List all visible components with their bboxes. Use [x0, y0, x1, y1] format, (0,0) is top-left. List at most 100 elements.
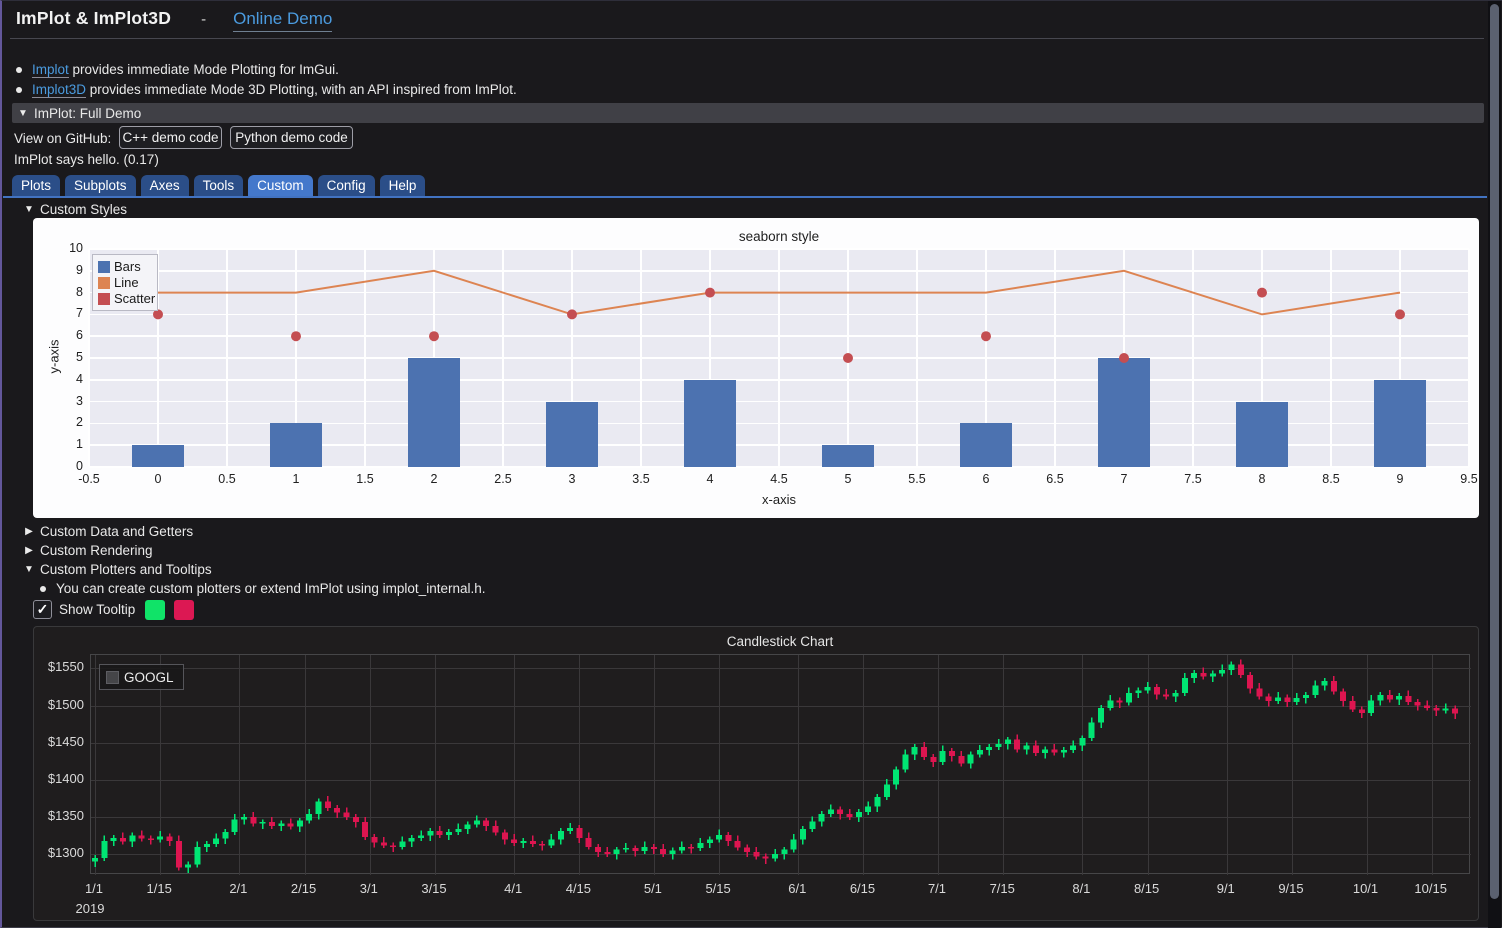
tab-tools[interactable]: Tools: [194, 175, 244, 196]
tab-subplots[interactable]: Subplots: [65, 175, 136, 196]
y-axis-label: y-axis: [47, 297, 62, 417]
y-tick-label: $1550: [36, 659, 84, 674]
x-tick-label: 9/15: [1266, 881, 1316, 896]
y-tick-label: $1450: [36, 734, 84, 749]
python-demo-code-button[interactable]: Python demo code: [230, 126, 353, 149]
tab-help[interactable]: Help: [380, 175, 426, 196]
tree-node-custom-data[interactable]: ▶ Custom Data and Getters: [18, 522, 193, 540]
legend-item-bars[interactable]: Bars: [98, 259, 152, 274]
x-tick-label: 1/1: [69, 881, 119, 896]
x-tick-label: 0.5: [205, 472, 249, 486]
cpp-demo-code-button[interactable]: C++ demo code: [119, 126, 222, 149]
tree-closed-arrow-icon: ▶: [18, 526, 40, 537]
x-tick-label: 8/15: [1122, 881, 1172, 896]
bars-legend-swatch-icon: [98, 261, 110, 273]
tree-node-custom-rendering[interactable]: ▶ Custom Rendering: [18, 541, 153, 559]
x-tick-label: 8: [1240, 472, 1284, 486]
x-tick-label: 10/1: [1341, 881, 1391, 896]
line-legend-swatch-icon: [98, 277, 110, 289]
full-demo-collapsing-header[interactable]: ▼ ImPlot: Full Demo: [12, 103, 1484, 123]
legend-label: Scatter: [114, 291, 155, 306]
x-tick-label: 1: [274, 472, 318, 486]
seaborn-chart-title: seaborn style: [89, 229, 1469, 244]
x-tick-label: 5/1: [628, 881, 678, 896]
tree-label: Custom Plotters and Tooltips: [40, 562, 212, 577]
title-separator: -: [201, 11, 206, 28]
legend-item-scatter[interactable]: Scatter: [98, 291, 152, 306]
tree-open-arrow-icon: ▼: [18, 564, 40, 575]
x-tick-label: 2/1: [213, 881, 263, 896]
github-label: View on GitHub:: [14, 131, 111, 146]
tab-plots[interactable]: Plots: [12, 175, 60, 196]
x-tick-label: 3/15: [409, 881, 459, 896]
titlebar: ImPlot & ImPlot3D - Online Demo: [16, 8, 332, 32]
seaborn-legend[interactable]: BarsLineScatter: [92, 254, 158, 311]
x-tick-label: 1.5: [343, 472, 387, 486]
x-tick-label: 2: [412, 472, 456, 486]
seaborn-overlay-canvas: [89, 249, 1469, 467]
tab-underline: [3, 196, 1487, 198]
x-tick-label: 1/15: [134, 881, 184, 896]
x-tick-label: 8.5: [1309, 472, 1353, 486]
note-text: You can create custom plotters or extend…: [56, 581, 485, 596]
hello-text: ImPlot says hello. (0.17): [14, 152, 159, 167]
bear-color-swatch[interactable]: [174, 600, 194, 620]
tree-node-custom-plotters[interactable]: ▼ Custom Plotters and Tooltips: [18, 560, 212, 578]
y-tick-label: 9: [39, 263, 83, 277]
googl-legend-swatch-icon: [106, 671, 119, 684]
seaborn-chart-frame: seaborn style 012345678910-0.500.511.522…: [33, 218, 1479, 518]
tree-label: Custom Styles: [40, 202, 127, 217]
titlebar-divider: [10, 38, 1484, 39]
candlestick-chart-title: Candlestick Chart: [90, 634, 1470, 649]
tree-open-arrow-icon: ▼: [18, 204, 40, 215]
bull-color-swatch[interactable]: [145, 600, 165, 620]
bullet-icon: [16, 87, 22, 93]
online-demo-link[interactable]: Online Demo: [233, 9, 332, 32]
x-tick-label: 5/15: [693, 881, 743, 896]
candlestick-legend[interactable]: GOOGL: [99, 664, 184, 690]
x-tick-label: 4: [688, 472, 732, 486]
intro-bullet-1: Implot provides immediate Mode Plotting …: [16, 62, 339, 77]
tree-label: Custom Data and Getters: [40, 524, 193, 539]
app-window: ImPlot & ImPlot3D - Online Demo Implot p…: [0, 0, 1502, 928]
x-tick-label: 7/1: [912, 881, 962, 896]
x-tick-label: 6: [964, 472, 1008, 486]
app-title: ImPlot & ImPlot3D: [16, 8, 171, 29]
candlestick-plot-area[interactable]: [90, 654, 1470, 874]
custom-plotters-note: You can create custom plotters or extend…: [40, 581, 485, 596]
x-tick-label: 4.5: [757, 472, 801, 486]
x-tick-label: 7/15: [977, 881, 1027, 896]
legend-item-line[interactable]: Line: [98, 275, 152, 290]
x-axis-label: x-axis: [89, 492, 1469, 507]
tab-config[interactable]: Config: [318, 175, 375, 196]
scatter-legend-swatch-icon: [98, 293, 110, 305]
implot-link[interactable]: Implot: [32, 62, 69, 78]
y-tick-label: 2: [39, 415, 83, 429]
x-tick-label: 2.5: [481, 472, 525, 486]
checkmark-icon: ✓: [37, 601, 49, 617]
x-tick-label: 6.5: [1033, 472, 1077, 486]
y-tick-label: $1500: [36, 697, 84, 712]
x-tick-label: 6/1: [772, 881, 822, 896]
implot3d-link[interactable]: Implot3D: [32, 82, 86, 98]
x-tick-label: 0: [136, 472, 180, 486]
x-tick-label: 9/1: [1201, 881, 1251, 896]
bullet-text: provides immediate Mode Plotting for ImG…: [69, 62, 339, 77]
show-tooltip-checkbox[interactable]: ✓: [33, 600, 52, 619]
tab-axes[interactable]: Axes: [141, 175, 189, 196]
show-tooltip-label: Show Tooltip: [59, 602, 135, 617]
candlestick-canvas: [91, 655, 1471, 875]
x-tick-label: -0.5: [67, 472, 111, 486]
bullet-text: provides immediate Mode 3D Plotting, wit…: [86, 82, 517, 97]
x-tick-label: 5: [826, 472, 870, 486]
y-tick-label: 0: [39, 459, 83, 473]
scrollbar-thumb[interactable]: [1490, 4, 1499, 899]
tab-custom[interactable]: Custom: [248, 175, 313, 196]
x-tick-label: 9: [1378, 472, 1422, 486]
x-tick-label: 5.5: [895, 472, 939, 486]
x-tick-label: 7: [1102, 472, 1146, 486]
collapse-arrow-icon: ▼: [12, 108, 34, 119]
seaborn-plot-area[interactable]: [89, 249, 1469, 467]
tree-node-custom-styles[interactable]: ▼ Custom Styles: [18, 200, 127, 218]
x-tick-label: 2/15: [279, 881, 329, 896]
